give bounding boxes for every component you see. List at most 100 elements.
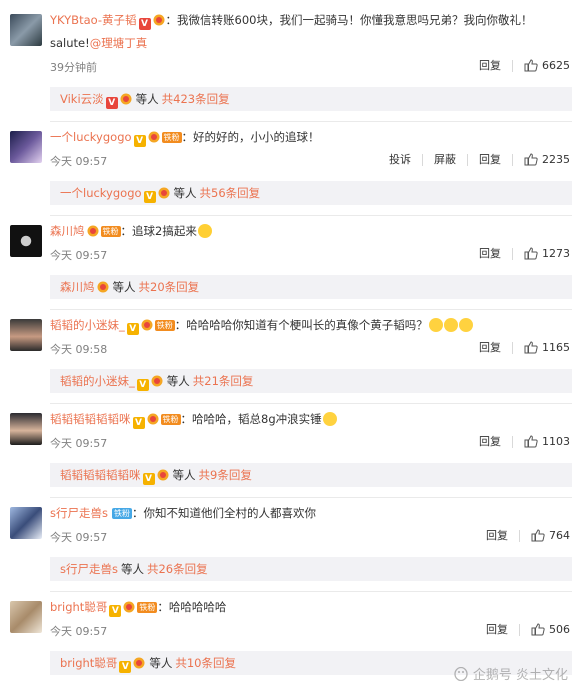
medal-icon: [158, 187, 170, 199]
comment-username[interactable]: YKYBtao-黄子韬: [50, 13, 137, 27]
avatar[interactable]: [10, 507, 42, 539]
reply-summary[interactable]: 韬韬的小迷妹_ V 等人 共21条回复: [50, 369, 572, 393]
laugh-emoji-icon: [458, 318, 473, 332]
reply-button[interactable]: 回复: [468, 59, 513, 72]
reply-summary[interactable]: 一个luckygogo V 等人 共56条回复: [50, 181, 572, 205]
reply-count[interactable]: 共9条回复: [199, 468, 252, 482]
laugh-emoji-icon: [322, 412, 337, 426]
comment-actions: 回复 6625: [468, 59, 570, 72]
like-button[interactable]: 6625: [513, 59, 570, 72]
like-count: 764: [549, 528, 570, 542]
mention-link[interactable]: @理塘丁真: [90, 36, 148, 50]
like-count: 2235: [542, 152, 570, 166]
thumb-up-icon: [524, 341, 538, 354]
comment-actions: 回复 764: [475, 529, 570, 542]
reply-summary[interactable]: Viki云淡 V 等人 共423条回复: [50, 87, 572, 111]
like-button[interactable]: 764: [520, 529, 570, 542]
comment-username[interactable]: s行尸走兽s: [50, 506, 108, 520]
like-button[interactable]: 1165: [513, 341, 570, 354]
avatar[interactable]: [10, 225, 42, 257]
report-button[interactable]: 投诉: [378, 153, 423, 166]
avatar[interactable]: [10, 601, 42, 633]
reply-deng: 等人: [149, 656, 173, 670]
watermark: 企鹅号 炎土文化: [453, 664, 568, 683]
reply-username[interactable]: 韬韬韬韬韬韬咪: [60, 468, 141, 482]
thumb-up-icon: [524, 153, 538, 166]
fan-badge: 铁粉: [160, 414, 181, 425]
avatar[interactable]: [10, 131, 42, 163]
comment-actions: 投诉 屏蔽 回复 2235: [378, 153, 570, 166]
comment-time: 39分钟前: [50, 61, 97, 74]
reply-deng: 等人: [166, 374, 190, 388]
reply-summary[interactable]: 森川鸠 等人 共20条回复: [50, 275, 572, 299]
like-button[interactable]: 1103: [513, 435, 570, 448]
comment-actions: 回复 1165: [468, 341, 570, 354]
fan-badge: 铁粉: [154, 320, 175, 331]
comment-text: ：好的好的，小小的追球！: [181, 130, 320, 144]
like-button[interactable]: 506: [520, 623, 570, 636]
reply-username[interactable]: s行尸走兽s: [60, 562, 118, 576]
medal-icon: [148, 131, 160, 143]
reply-deng: 等人: [173, 186, 197, 200]
reply-button[interactable]: 回复: [468, 341, 513, 354]
comment-username[interactable]: 韬韬的小迷妹_: [50, 318, 125, 332]
like-count: 506: [549, 622, 570, 636]
comment-username[interactable]: 一个luckygogo: [50, 130, 132, 144]
comment-body: 一个luckygogo V 铁粉 ：好的好的，小小的追球！: [50, 128, 572, 147]
fan-badge: 铁粉: [137, 602, 158, 613]
medal-icon: [87, 225, 98, 237]
reply-button[interactable]: 回复: [468, 435, 513, 448]
comment-username[interactable]: 森川鸠: [50, 224, 85, 238]
comment-body: YKYBtao-黄子韬 V ：我微信转账600块，我们一起骑马！你懂我意思吗兄弟？我…: [50, 11, 572, 52]
reply-button[interactable]: 回复: [475, 529, 520, 542]
like-count: 1165: [542, 340, 570, 354]
comment-text: ：追球2搞起来: [120, 224, 197, 238]
fan-badge: 铁粉: [100, 226, 121, 237]
watermark-text: 企鹅号 炎土文化: [472, 668, 568, 683]
comment-actions: 回复 1273: [468, 247, 570, 260]
medal-icon: [120, 93, 132, 105]
medal-icon: [153, 14, 165, 26]
reply-count[interactable]: 共26条回复: [147, 562, 208, 576]
reply-summary[interactable]: 韬韬韬韬韬韬咪 V 等人 共9条回复: [50, 463, 572, 487]
reply-count[interactable]: 共423条回复: [162, 92, 230, 106]
like-count: 6625: [542, 58, 570, 72]
reply-count[interactable]: 共56条回复: [200, 186, 261, 200]
divider: [50, 121, 572, 122]
reply-count[interactable]: 共20条回复: [139, 280, 200, 294]
avatar[interactable]: [10, 319, 42, 351]
penguin-logo-icon: [454, 666, 468, 681]
comment-time: 今天 09:57: [50, 625, 108, 638]
comment-text: ：我微信转账600块，我们一起骑马！你懂我意思吗兄弟？我向你敬礼！: [165, 13, 533, 27]
medal-icon: [147, 413, 158, 425]
verified-icon: V: [142, 473, 155, 485]
reply-count[interactable]: 共10条回复: [175, 656, 236, 670]
like-button[interactable]: 2235: [513, 153, 570, 166]
reply-button[interactable]: 回复: [468, 247, 513, 260]
avatar[interactable]: [10, 413, 42, 445]
verified-icon: V: [133, 135, 146, 147]
reply-username[interactable]: 韬韬的小迷妹_: [60, 374, 135, 388]
comment-username[interactable]: bright聪哥: [50, 600, 107, 614]
block-button[interactable]: 屏蔽: [423, 153, 468, 166]
divider: [50, 497, 572, 498]
laugh-emoji-icon: [443, 318, 458, 332]
thumb-up-icon: [524, 435, 538, 448]
reply-username[interactable]: 森川鸠: [60, 280, 95, 294]
verified-icon: V: [119, 661, 132, 673]
reply-deng: 等人: [135, 92, 159, 106]
comment-username[interactable]: 韬韬韬韬韬韬咪: [50, 412, 131, 426]
reply-button[interactable]: 回复: [468, 153, 513, 166]
reply-username[interactable]: bright聪哥: [60, 656, 117, 670]
reply-username[interactable]: Viki云淡: [60, 92, 104, 106]
avatar[interactable]: [10, 14, 42, 46]
comment-text-2: salute!: [50, 36, 90, 50]
like-button[interactable]: 1273: [513, 247, 570, 260]
reply-username[interactable]: 一个luckygogo: [60, 186, 142, 200]
reply-button[interactable]: 回复: [475, 623, 520, 636]
verified-icon: V: [138, 18, 151, 30]
comment-body: 韬韬韬韬韬韬咪 V 铁粉 ：哈哈哈，韬总8g冲浪实锤: [50, 410, 572, 429]
reply-count[interactable]: 共21条回复: [193, 374, 254, 388]
reply-summary[interactable]: s行尸走兽s 等人 共26条回复: [50, 557, 572, 581]
verified-icon: V: [126, 323, 139, 335]
